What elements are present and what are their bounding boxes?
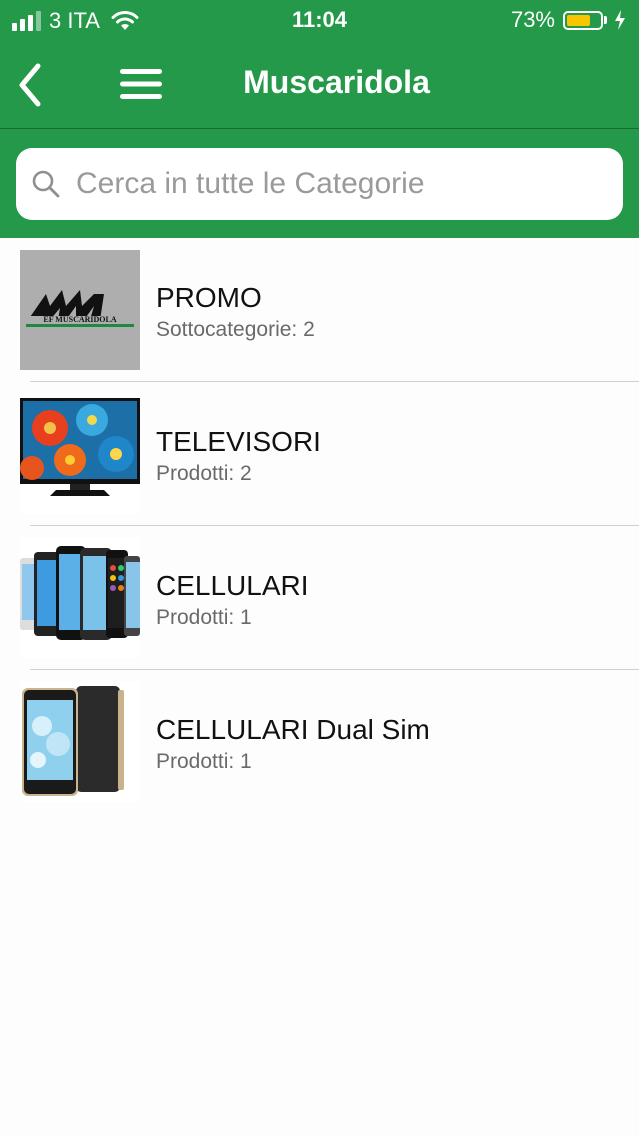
list-item-subtitle: Sottocategorie: 2 (156, 318, 315, 341)
smartphones-image (20, 546, 140, 640)
battery-percent: 73% (510, 7, 555, 32)
smartphones-thumbnail (20, 538, 140, 658)
television-thumbnail (20, 394, 140, 514)
list-item-promo[interactable]: EF MUSCARIDOLA PROMO Sottocategorie: 2 (0, 238, 639, 382)
category-list: EF MUSCARIDOLA PROMO Sottocategorie: 2 T… (0, 238, 639, 814)
list-item-title: PROMO (156, 282, 262, 313)
list-item-televisori[interactable]: TELEVISORI Prodotti: 2 (0, 382, 639, 526)
search-input[interactable] (74, 156, 608, 212)
search-box[interactable] (16, 148, 623, 220)
list-item-subtitle: Prodotti: 1 (156, 606, 252, 629)
status-bar: 3 ITA 11:04 73% (0, 0, 639, 40)
navigation-bar: Muscaridola (0, 40, 639, 129)
search-icon (32, 170, 60, 198)
promo-logo-thumbnail: EF MUSCARIDOLA (20, 250, 140, 370)
battery-nub (604, 16, 607, 24)
list-item-cellulari-dual-sim[interactable]: CELLULARI Dual Sim Prodotti: 1 (0, 670, 639, 814)
logo-text: EF MUSCARIDOLA (43, 315, 116, 324)
dual-sim-phone-image (22, 686, 124, 796)
status-right: 73% (511, 7, 627, 33)
muscaridola-logo: EF MUSCARIDOLA (26, 290, 134, 327)
list-item-subtitle: Prodotti: 2 (156, 462, 252, 485)
list-item-title: CELLULARI Dual Sim (156, 714, 430, 745)
list-item-title: CELLULARI (156, 570, 309, 601)
charging-bolt-icon (615, 10, 625, 30)
page-title: Muscaridola (243, 64, 430, 100)
search-area (0, 129, 639, 238)
television-image (20, 398, 140, 496)
list-item-title: TELEVISORI (156, 426, 321, 457)
battery-level-fill (567, 14, 591, 26)
dual-sim-phone-thumbnail (20, 682, 140, 802)
list-item-subtitle: Prodotti: 1 (156, 750, 252, 773)
list-item-cellulari[interactable]: CELLULARI Prodotti: 1 (0, 526, 639, 670)
battery-icon (563, 10, 603, 30)
